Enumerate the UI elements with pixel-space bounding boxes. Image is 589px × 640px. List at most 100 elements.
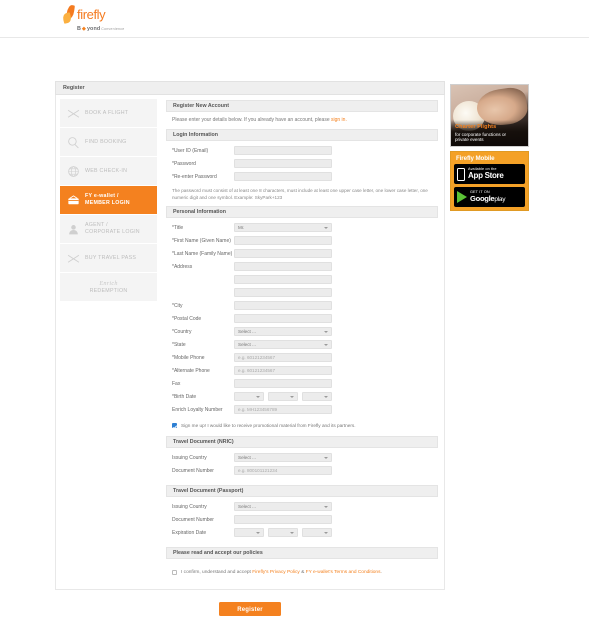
title-select[interactable]: Mr. <box>234 223 332 233</box>
label-passport-document-number: Document Number <box>172 516 214 523</box>
fax-input[interactable] <box>234 379 332 389</box>
site-header: firefly B ◆ yond Convenience <box>0 0 589 38</box>
passport-exp-day-select[interactable] <box>234 528 264 538</box>
sidebar-item-label: AGENT / CORPORATE LOGIN <box>85 222 140 235</box>
charter-flights-promo[interactable]: Charter Flights for corporate functions … <box>450 84 529 147</box>
intro-text-body: Please enter your details below. If you … <box>172 117 331 123</box>
birth-month-select[interactable] <box>268 392 298 402</box>
nric-document-number-input[interactable]: e.g. 800101121234 <box>234 466 332 476</box>
section-personal-information: Personal Information <box>166 206 438 219</box>
google-play-word: Google <box>470 193 495 203</box>
label-birth-date: *Birth Date <box>172 393 197 400</box>
label-city: *City <box>172 302 183 309</box>
policy-checkbox-row[interactable]: I confirm, understand and accept Firefly… <box>166 564 438 579</box>
sidebar-item-agent-corporate-login[interactable]: AGENT / CORPORATE LOGIN <box>60 215 157 244</box>
label-last-name: *Last Name (Family Name) <box>172 250 233 257</box>
nric-issuing-country-select[interactable]: Select ... <box>234 453 332 463</box>
field-row-state: *State Select ... <box>166 340 438 350</box>
state-select[interactable]: Select ... <box>234 340 332 350</box>
sidebar-item-label: BOOK A FLIGHT <box>85 109 129 116</box>
globe-icon <box>66 164 80 178</box>
mobile-phone-input[interactable]: e.g. 60121234567 <box>234 353 332 363</box>
app-store-big-text: App Store <box>468 171 504 181</box>
country-select[interactable]: Select ... <box>234 327 332 337</box>
field-row-nric-issuing-country: Issuing Country Select ... <box>166 453 438 463</box>
label-alternate-phone: *Alternate Phone <box>172 367 210 374</box>
field-row-reenter-password: *Re-enter Password <box>166 172 438 181</box>
firefly-logo[interactable]: firefly B ◆ yond Convenience <box>61 4 149 32</box>
passport-exp-month-select[interactable] <box>268 528 298 538</box>
section-travel-document-nric: Travel Document (NRIC) <box>166 436 438 449</box>
field-row-address-3 <box>166 288 438 298</box>
label-reenter-password: *Re-enter Password <box>172 173 217 180</box>
user-id-input[interactable] <box>234 146 332 155</box>
label-fax: Fax <box>172 380 181 387</box>
register-form: Register New Account Please enter your d… <box>161 95 444 589</box>
passport-issuing-country-select[interactable]: Select ... <box>234 502 332 512</box>
signup-checkbox[interactable] <box>172 423 177 429</box>
firefly-mobile-box: Firefly Mobile Available on the App Stor… <box>450 151 529 211</box>
policy-text-3: . <box>380 570 382 576</box>
terms-conditions-link[interactable]: FY e-wallet's Terms and Conditions <box>306 570 381 575</box>
enrich-icon: Enrich <box>99 280 117 287</box>
policy-checkbox[interactable] <box>172 570 177 576</box>
sidebar-item-buy-travel-pass[interactable]: BUY TRAVEL PASS <box>60 244 157 273</box>
birth-day-select[interactable] <box>234 392 264 402</box>
field-row-address-2 <box>166 275 438 285</box>
user-icon <box>66 222 80 236</box>
last-name-input[interactable] <box>234 249 332 259</box>
chevron-down-icon <box>324 330 328 333</box>
sidebar-item-book-a-flight[interactable]: BOOK A FLIGHT <box>60 99 157 128</box>
label-nric-document-number: Document Number <box>172 467 214 474</box>
passport-exp-year-select[interactable] <box>302 528 332 538</box>
section-register-new-account: Register New Account <box>166 100 438 112</box>
right-rail: Charter Flights for corporate functions … <box>450 84 529 211</box>
label-postal-code: *Postal Code <box>172 315 202 322</box>
passport-document-number-input[interactable] <box>234 515 332 525</box>
sign-in-link[interactable]: sign in. <box>331 117 347 123</box>
plane-icon <box>66 251 80 265</box>
app-store-badge[interactable]: Available on the App Store <box>454 164 525 184</box>
address-line3-input[interactable] <box>234 288 332 298</box>
sidebar-item-label-line2: MEMBER LOGIN <box>85 200 130 206</box>
label-enrich-loyalty: Enrich Loyalty Number <box>172 406 223 413</box>
address-line2-input[interactable] <box>234 275 332 285</box>
sidebar-item-enrich-redemption[interactable]: Enrich REDEMPTION <box>60 273 157 302</box>
password-input[interactable] <box>234 159 332 168</box>
first-name-input[interactable] <box>234 236 332 246</box>
birth-date-group <box>234 392 332 402</box>
privacy-policy-link[interactable]: Firefly's Privacy Policy <box>252 570 300 575</box>
city-input[interactable] <box>234 301 332 311</box>
alternate-phone-input[interactable]: e.g. 60121234567 <box>234 366 332 376</box>
plane-icon <box>66 106 80 120</box>
title-select-value: Mr. <box>238 224 245 230</box>
chevron-down-icon <box>256 395 260 398</box>
sidebar-item-label: BUY TRAVEL PASS <box>85 254 137 261</box>
passport-issuing-country-value: Select ... <box>238 503 256 509</box>
label-first-name: *First Name (Given Name) <box>172 237 231 244</box>
field-row-passport-issuing-country: Issuing Country Select ... <box>166 502 438 512</box>
google-play-badge[interactable]: GET IT ON Googleplay <box>454 187 525 207</box>
sidebar-item-fy-ewallet-member-login[interactable]: FY e-wallet / MEMBER LOGIN <box>60 186 157 215</box>
country-select-value: Select ... <box>238 328 256 334</box>
postal-code-input[interactable] <box>234 314 332 324</box>
sidebar-item-find-booking[interactable]: FIND BOOKING <box>60 128 157 157</box>
sidebar-nav: BOOK A FLIGHT FIND BOOKING WEB CHECK-IN <box>56 95 161 589</box>
field-row-passport-expiration-date: Expiration Date <box>166 528 438 538</box>
birth-year-select[interactable] <box>302 392 332 402</box>
sidebar-item-web-check-in[interactable]: WEB CHECK-IN <box>60 157 157 186</box>
reenter-password-input[interactable] <box>234 172 332 181</box>
field-row-nric-document-number: Document Number e.g. 800101121234 <box>166 466 438 476</box>
signup-checkbox-row[interactable]: Sign me up! I would like to receive prom… <box>166 418 438 436</box>
promo-subtitle-line1: for corporate functions or <box>455 131 507 137</box>
section-travel-document-passport: Travel Document (Passport) <box>166 485 438 498</box>
register-button[interactable]: Register <box>219 602 281 617</box>
enrich-loyalty-input[interactable]: e.g. MH123456789 <box>234 405 332 415</box>
state-select-value: Select ... <box>238 341 256 347</box>
promo-title: Charter Flights <box>455 124 497 130</box>
promo-subtitle: for corporate functions or private event… <box>455 132 506 143</box>
sidebar-item-label: REDEMPTION <box>89 287 128 294</box>
address-line1-input[interactable] <box>234 262 332 272</box>
field-row-mobile-phone: *Mobile Phone e.g. 60121234567 <box>166 353 438 363</box>
field-row-title: *Title Mr. <box>166 223 438 233</box>
